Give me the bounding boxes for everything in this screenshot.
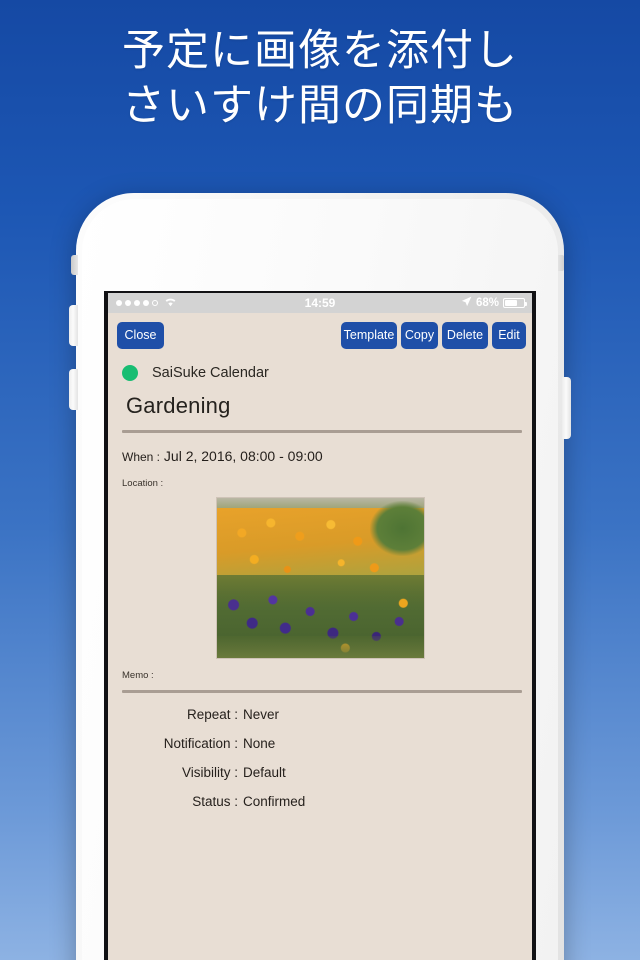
memo-label: Memo : <box>122 670 154 681</box>
detail-label: Notification : <box>163 736 238 751</box>
when-value: Jul 2, 2016, 08:00 - 09:00 <box>163 448 323 464</box>
copy-button[interactable]: Copy <box>401 322 438 349</box>
photo-layer-ground <box>216 635 424 658</box>
mute-switch[interactable] <box>71 255 78 275</box>
detail-label: Repeat : <box>186 707 238 722</box>
calendar-color-dot-icon <box>122 365 138 381</box>
event-when-row: When : Jul 2, 2016, 08:00 - 09:00 <box>108 433 532 464</box>
template-button[interactable]: Template <box>341 322 397 349</box>
volume-up-button[interactable] <box>69 305 78 346</box>
edit-button[interactable]: Edit <box>492 322 526 349</box>
detail-value: Default <box>243 765 286 780</box>
detail-row-visibility: Visibility : Default <box>122 751 532 780</box>
detail-row-repeat: Repeat : Never <box>122 693 532 722</box>
content-empty-space <box>108 809 532 939</box>
event-title: Gardening <box>126 393 231 418</box>
calendar-row: SaiSuke Calendar <box>108 357 532 381</box>
phone-screen: 14:59 68% Close Template Copy Delete Edi… <box>108 293 532 960</box>
when-label: When : <box>122 450 161 464</box>
volume-down-button[interactable] <box>69 369 78 410</box>
headline-line-2: さいすけ間の同期も <box>122 81 518 132</box>
detail-value: Confirmed <box>243 794 306 809</box>
attachment-area <box>108 489 532 659</box>
delete-button[interactable]: Delete <box>442 322 488 349</box>
event-details-list: Repeat : Never Notification : None Visib… <box>108 693 532 809</box>
location-arrow-icon <box>461 296 472 310</box>
close-button[interactable]: Close <box>117 322 164 349</box>
battery-percent-label: 68% <box>475 297 499 309</box>
promo-headline: 予定に画像を添付し さいすけ間の同期も <box>0 24 640 134</box>
detail-row-notification: Notification : None <box>122 722 532 751</box>
calendar-name: SaiSuke Calendar <box>152 365 269 381</box>
headline-line-1: 予定に画像を添付し <box>122 26 518 76</box>
status-bar-right: 68% <box>461 296 527 310</box>
power-button[interactable] <box>562 377 571 439</box>
battery-icon <box>503 298 527 308</box>
detail-label: Status : <box>192 794 238 809</box>
garden-photo[interactable] <box>215 497 425 659</box>
detail-value: None <box>243 736 276 751</box>
event-toolbar: Close Template Copy Delete Edit <box>108 313 532 357</box>
status-bar: 14:59 68% <box>108 293 532 313</box>
detail-label: Visibility : <box>181 765 238 780</box>
sim-tray <box>558 255 564 271</box>
location-label: Location : <box>122 478 164 489</box>
photo-layer-shrub <box>369 501 424 556</box>
detail-value: Never <box>243 707 280 722</box>
screenshot-stage: 予定に画像を添付し さいすけ間の同期も 14:59 68% Close Temp… <box>0 0 640 960</box>
detail-row-status: Status : Confirmed <box>122 780 532 809</box>
